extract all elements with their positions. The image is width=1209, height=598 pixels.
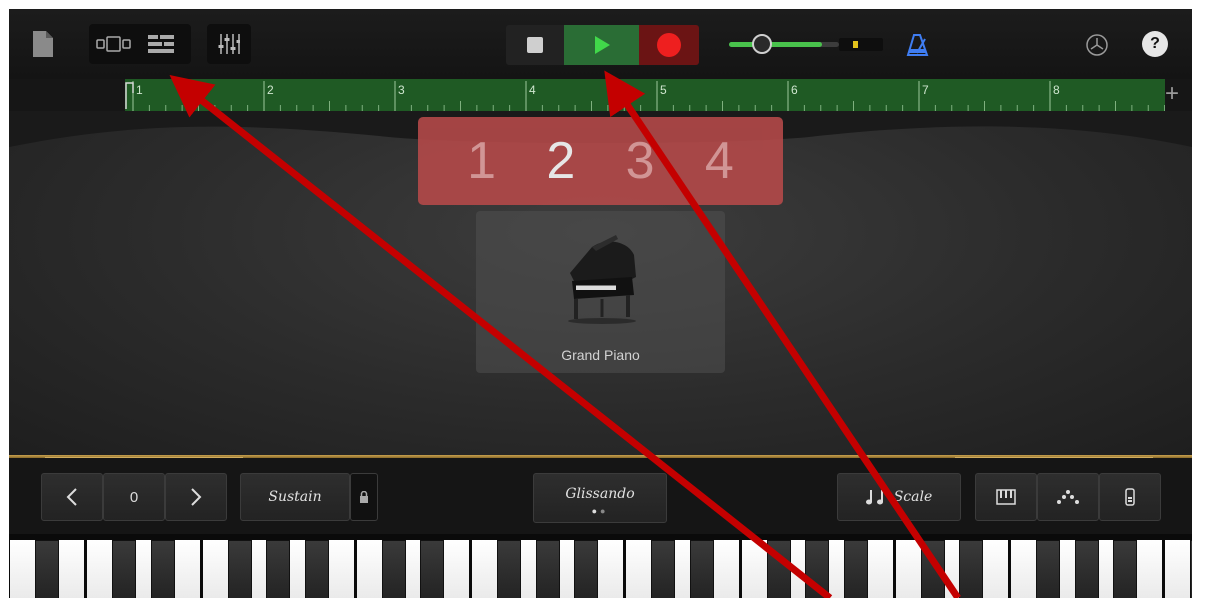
- volume-knob[interactable]: [752, 34, 772, 54]
- sustain-label: Sustain: [268, 489, 322, 505]
- bar-number: 4: [529, 83, 536, 97]
- black-key[interactable]: [381, 540, 406, 598]
- question-icon: ?: [1150, 35, 1160, 52]
- black-key[interactable]: [1074, 540, 1099, 598]
- record-button[interactable]: [639, 25, 699, 65]
- white-key[interactable]: [1165, 540, 1192, 598]
- black-key[interactable]: [574, 540, 599, 598]
- octave-up-button[interactable]: [165, 473, 227, 521]
- piano-keyboard[interactable]: [9, 534, 1192, 598]
- instrument-view-icon: [96, 36, 131, 52]
- page-dots: ●●: [591, 506, 609, 516]
- black-key[interactable]: [497, 540, 522, 598]
- black-key[interactable]: [959, 540, 984, 598]
- my-songs-button[interactable]: [31, 29, 55, 59]
- instrument-name: Grand Piano: [561, 347, 640, 363]
- play-button[interactable]: [564, 25, 639, 65]
- grand-piano-icon: [568, 235, 636, 324]
- metronome-icon: [906, 34, 929, 56]
- scale-button[interactable]: Scale: [837, 473, 961, 521]
- settings-icon: [1086, 34, 1108, 56]
- bar-number: 1: [136, 83, 143, 97]
- black-key[interactable]: [651, 540, 676, 598]
- black-key[interactable]: [843, 540, 868, 598]
- instrument-view-button[interactable]: [93, 27, 135, 61]
- master-volume-slider[interactable]: [729, 34, 839, 54]
- black-key[interactable]: [35, 540, 60, 598]
- scale-label: Scale: [893, 489, 933, 505]
- arpeggiator-icon: [1057, 490, 1079, 504]
- black-key[interactable]: [227, 540, 252, 598]
- record-icon: [657, 33, 681, 57]
- black-key[interactable]: [766, 540, 791, 598]
- black-key[interactable]: [112, 540, 137, 598]
- chevron-right-icon: [191, 488, 202, 506]
- black-key[interactable]: [689, 540, 714, 598]
- metronome-button[interactable]: [902, 29, 934, 61]
- sustain-lock-button[interactable]: [350, 473, 378, 521]
- bar-number: 6: [791, 83, 798, 97]
- octave-value: 0: [103, 473, 165, 521]
- settings-button[interactable]: [1081, 29, 1113, 61]
- section-3[interactable]: 3: [626, 131, 655, 191]
- notes-icon: [865, 490, 883, 505]
- lock-icon: [360, 491, 368, 503]
- help-button[interactable]: ?: [1142, 31, 1168, 57]
- toolbar: ?: [9, 9, 1192, 79]
- bar-number: 3: [398, 83, 405, 97]
- add-section-button[interactable]: +: [1161, 82, 1183, 107]
- section-1[interactable]: 1: [467, 131, 496, 191]
- black-key[interactable]: [420, 540, 445, 598]
- bar-number: 5: [660, 83, 667, 97]
- black-key[interactable]: [266, 540, 291, 598]
- black-key[interactable]: [1113, 540, 1138, 598]
- volume-fill: [729, 42, 822, 47]
- playhead-marker[interactable]: [125, 79, 137, 111]
- section-2[interactable]: 2: [546, 131, 575, 191]
- black-key[interactable]: [1190, 540, 1192, 598]
- bar-number: 8: [1053, 83, 1060, 97]
- keyboard-controls: 0 Sustain Glissando ●● Scale: [9, 458, 1192, 534]
- sliders-icon: [218, 34, 240, 54]
- black-key[interactable]: [304, 540, 329, 598]
- glissando-button[interactable]: Glissando ●●: [533, 473, 667, 523]
- tracks-view-button[interactable]: [141, 27, 181, 61]
- tracks-view-icon: [148, 35, 174, 53]
- black-key[interactable]: [805, 540, 830, 598]
- document-icon: [33, 31, 53, 57]
- sustain-button[interactable]: Sustain: [240, 473, 350, 521]
- stop-button[interactable]: [506, 25, 564, 65]
- black-key[interactable]: [150, 540, 175, 598]
- section-4[interactable]: 4: [705, 131, 734, 191]
- piano-keys-icon: [996, 489, 1016, 505]
- octave-down-button[interactable]: [41, 473, 103, 521]
- timeline-ruler[interactable]: 1 2 3 4 5 6 7 8: [125, 79, 1165, 111]
- section-selector: 1 2 3 4: [418, 117, 783, 205]
- instrument-browser-button[interactable]: Grand Piano: [476, 211, 725, 373]
- glissando-label: Glissando: [565, 486, 635, 502]
- black-key[interactable]: [535, 540, 560, 598]
- garageband-screen: ? 12345678 + 1 2 3 4 Grand Piano 0 Susta…: [9, 9, 1192, 598]
- bar-number: 7: [922, 83, 929, 97]
- arpeggiator-button[interactable]: [1037, 473, 1099, 521]
- mixer-button[interactable]: [207, 24, 251, 64]
- chevron-left-icon: [66, 488, 77, 506]
- black-key[interactable]: [920, 540, 945, 598]
- black-key[interactable]: [1036, 540, 1061, 598]
- velocity-button[interactable]: [1099, 473, 1161, 521]
- meter-indicator: [853, 41, 858, 48]
- play-icon: [594, 36, 610, 54]
- keyboard-layout-button[interactable]: [975, 473, 1037, 521]
- velocity-icon: [1125, 488, 1135, 506]
- stop-icon: [527, 37, 543, 53]
- level-meter: [839, 38, 883, 51]
- ruler-ticks: [132, 81, 1165, 111]
- bar-number: 2: [267, 83, 274, 97]
